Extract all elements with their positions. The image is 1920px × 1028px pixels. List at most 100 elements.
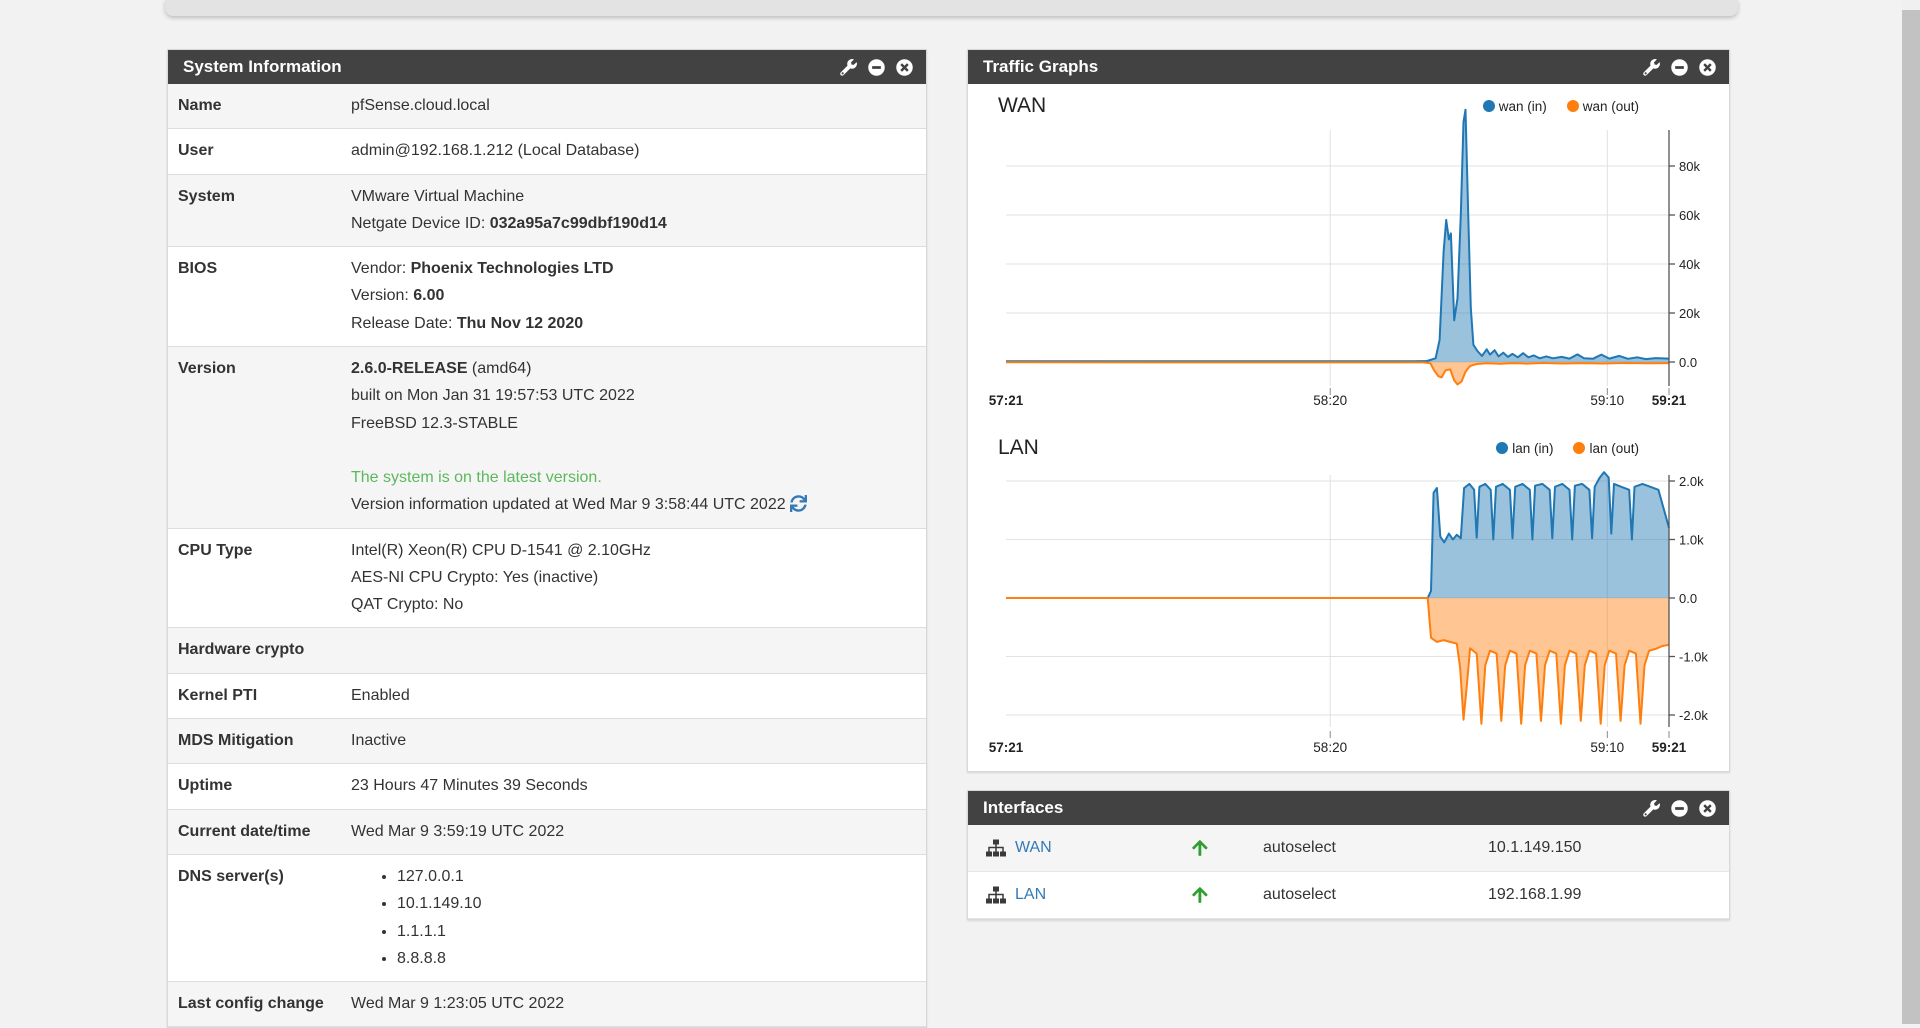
legend-item: wan (in)	[1483, 99, 1547, 114]
row-label: BIOS	[168, 247, 351, 346]
panel-title: Interfaces	[968, 798, 1643, 818]
row-label: Version	[168, 347, 351, 527]
row-value: Inactive	[351, 719, 926, 763]
svg-text:58:20: 58:20	[1313, 740, 1347, 755]
refresh-icon[interactable]	[790, 495, 807, 512]
table-row: CPU TypeIntel(R) Xeon(R) CPU D-1541 @ 2.…	[168, 529, 926, 629]
wan-graph-legend: wan (in) wan (out)	[1483, 99, 1639, 114]
legend-dot	[1496, 442, 1508, 454]
status-up-arrow-icon	[1192, 886, 1210, 904]
row-label: Kernel PTI	[168, 674, 351, 718]
row-label: MDS Mitigation	[168, 719, 351, 763]
row-label: User	[168, 129, 351, 173]
minimize-icon[interactable]	[1671, 800, 1688, 817]
svg-text:59:10: 59:10	[1590, 393, 1624, 408]
svg-text:80k: 80k	[1679, 159, 1700, 174]
svg-text:1.0k: 1.0k	[1679, 533, 1704, 548]
table-row: Useradmin@192.168.1.212 (Local Database)	[168, 129, 926, 174]
minimize-icon[interactable]	[1671, 59, 1688, 76]
table-row: NamepfSense.cloud.local	[168, 84, 926, 129]
svg-text:0.0: 0.0	[1679, 591, 1697, 606]
list-item: 8.8.8.8	[397, 945, 916, 972]
row-value: Wed Mar 9 3:59:19 UTC 2022	[351, 810, 926, 854]
traffic-graphs-panel: Traffic Graphs WAN wan (in)wan (out) 80k…	[967, 49, 1730, 772]
row-label: DNS server(s)	[168, 855, 351, 981]
status-up-arrow-icon	[1192, 839, 1210, 857]
table-row: BIOSVendor: Phoenix Technologies LTDVers…	[168, 247, 926, 347]
interface-address: 10.1.149.150	[1456, 839, 1729, 857]
scrollbar-thumb[interactable]	[1902, 10, 1920, 1024]
interface-link-wan[interactable]: WAN	[1015, 839, 1052, 857]
svg-text:0.0: 0.0	[1679, 355, 1697, 370]
interface-link-lan[interactable]: LAN	[1015, 886, 1046, 904]
interfaces-header: Interfaces	[968, 791, 1729, 825]
row-value: pfSense.cloud.local	[351, 84, 926, 128]
list-item: 127.0.0.1	[397, 863, 916, 890]
minimize-icon[interactable]	[868, 59, 885, 76]
lan-graph-legend: lan (in) lan (out)	[1496, 441, 1639, 456]
svg-text:59:10: 59:10	[1590, 740, 1624, 755]
svg-text:20k: 20k	[1679, 306, 1700, 321]
table-row: Last config changeWed Mar 9 1:23:05 UTC …	[168, 982, 926, 1027]
legend-item: lan (in)	[1496, 441, 1553, 456]
legend-dot	[1483, 100, 1495, 112]
row-label: Last config change	[168, 982, 351, 1026]
table-row: Current date/timeWed Mar 9 3:59:19 UTC 2…	[168, 810, 926, 855]
wrench-icon[interactable]	[1643, 59, 1660, 76]
table-row: Kernel PTIEnabled	[168, 674, 926, 719]
sitemap-icon	[986, 885, 1006, 905]
svg-text:57:21: 57:21	[989, 740, 1024, 755]
row-label: Uptime	[168, 764, 351, 808]
table-row: SystemVMware Virtual MachineNetgate Devi…	[168, 175, 926, 248]
legend-dot	[1573, 442, 1585, 454]
table-row: DNS server(s) 127.0.0.110.1.149.101.1.1.1…	[168, 855, 926, 982]
row-value: Vendor: Phoenix Technologies LTDVersion:…	[351, 247, 926, 346]
close-icon[interactable]	[1699, 59, 1716, 76]
row-label: System	[168, 175, 351, 247]
top-content-strip	[165, 0, 1738, 16]
legend-dot	[1567, 100, 1579, 112]
interfaces-panel: Interfaces WANautoselect10.1.149.150LANa…	[967, 790, 1730, 920]
svg-text:2.0k: 2.0k	[1679, 474, 1704, 489]
svg-text:58:20: 58:20	[1313, 393, 1347, 408]
row-value: Enabled	[351, 674, 926, 718]
traffic-graphs-header: Traffic Graphs	[968, 50, 1729, 84]
system-information-panel: System Information NamepfSense.cloud.loc…	[167, 49, 927, 1028]
legend-label: lan (out)	[1589, 441, 1639, 456]
row-value: Wed Mar 9 1:23:05 UTC 2022	[351, 982, 926, 1026]
scrollbar-track[interactable]	[1902, 0, 1920, 1024]
wan-traffic-chart: 80k60k40k20k0.057:2158:2059:1059:21	[996, 96, 1741, 411]
legend-item: wan (out)	[1567, 99, 1639, 114]
svg-text:60k: 60k	[1679, 208, 1700, 223]
system-information-header: System Information	[168, 50, 926, 84]
table-row: MDS MitigationInactive	[168, 719, 926, 764]
row-value: Intel(R) Xeon(R) CPU D-1541 @ 2.10GHzAES…	[351, 529, 926, 628]
row-value: 2.6.0-RELEASE (amd64)built on Mon Jan 31…	[351, 347, 926, 527]
panel-title: System Information	[168, 57, 840, 77]
svg-text:40k: 40k	[1679, 257, 1700, 272]
sitemap-icon	[986, 838, 1006, 858]
table-row: Uptime23 Hours 47 Minutes 39 Seconds	[168, 764, 926, 809]
legend-label: wan (out)	[1583, 99, 1639, 114]
list-item: 1.1.1.1	[397, 918, 916, 945]
list-item: 10.1.149.10	[397, 890, 916, 917]
close-icon[interactable]	[1699, 800, 1716, 817]
legend-label: wan (in)	[1499, 99, 1547, 114]
svg-text:57:21: 57:21	[989, 393, 1024, 408]
lan-graph-title: LAN	[998, 436, 1496, 460]
system-information-table: NamepfSense.cloud.localUseradmin@192.168…	[168, 84, 926, 1027]
interface-address: 192.168.1.99	[1456, 886, 1729, 904]
close-icon[interactable]	[896, 59, 913, 76]
table-row: Hardware crypto	[168, 628, 926, 673]
svg-text:59:21: 59:21	[1652, 740, 1687, 755]
wrench-icon[interactable]	[1643, 800, 1660, 817]
wrench-icon[interactable]	[840, 59, 857, 76]
row-label: CPU Type	[168, 529, 351, 628]
panel-title: Traffic Graphs	[968, 57, 1643, 77]
row-label: Current date/time	[168, 810, 351, 854]
legend-label: lan (in)	[1512, 441, 1553, 456]
row-value	[351, 628, 926, 672]
lan-traffic-chart: 2.0k1.0k0.0-1.0k-2.0k57:2158:2059:1059:2…	[996, 465, 1741, 765]
svg-text:-1.0k: -1.0k	[1679, 650, 1708, 665]
interface-row: LANautoselect192.168.1.99	[968, 872, 1729, 919]
